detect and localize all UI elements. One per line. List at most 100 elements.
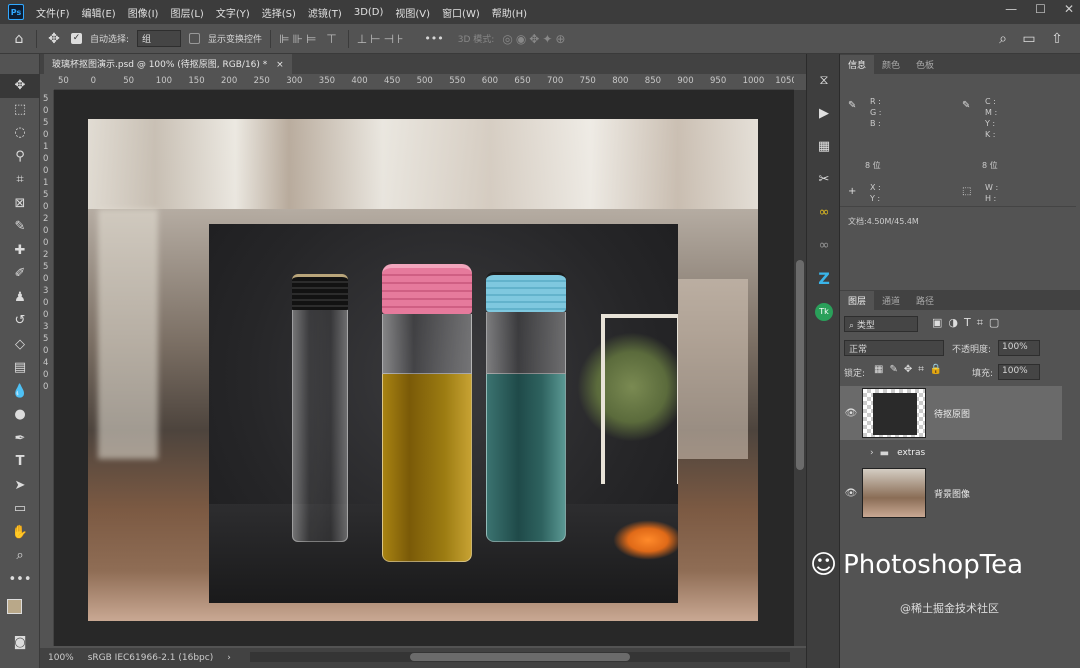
search-icon[interactable]: ⌕	[994, 31, 1012, 47]
quick-select-tool-icon[interactable]: ⚲	[0, 145, 40, 169]
visibility-eye-icon[interactable]: 👁	[840, 488, 862, 499]
minimize-button[interactable]: —	[1005, 2, 1017, 16]
info-panel: ✎ R : G : B : 8 位 ✎ C : M : Y : K : 8 位 …	[840, 74, 1080, 234]
menu-filter[interactable]: 滤镜(T)	[302, 5, 348, 20]
horizontal-scrollbar[interactable]	[250, 652, 790, 662]
menu-file[interactable]: 文件(F)	[30, 5, 76, 20]
more-tools-icon[interactable]: •••	[0, 568, 40, 592]
history-panel-icon[interactable]: ⧖	[807, 64, 841, 97]
distribute-icons[interactable]: ⊥⊢⊣⊦	[357, 32, 407, 46]
share-icon[interactable]: ⇧	[1048, 31, 1066, 47]
healing-brush-tool-icon[interactable]: ✚	[0, 239, 40, 263]
status-menu-arrow[interactable]: ›	[227, 653, 231, 663]
align-icons[interactable]: ⊫⊪⊨ ⊤	[279, 32, 340, 46]
ruler-tick: 650	[514, 76, 531, 86]
horizontal-scroll-thumb[interactable]	[410, 653, 630, 661]
scissors-plugin-icon[interactable]: ✂	[807, 163, 841, 196]
history-brush-tool-icon[interactable]: ↺	[0, 309, 40, 333]
layer-row-extras[interactable]: › ▬ extras	[840, 442, 1062, 464]
tab-swatches[interactable]: 色板	[908, 55, 942, 74]
blend-mode-dropdown[interactable]: 正常	[844, 340, 944, 356]
eyedropper-tool-icon[interactable]: ✎	[0, 215, 40, 239]
photoshop-window: Ps 文件(F) 编辑(E) 图像(I) 图层(L) 文字(Y) 选择(S) 滤…	[0, 0, 1080, 668]
lasso-tool-icon[interactable]: ◌	[0, 121, 40, 145]
gradient-plugin-icon[interactable]: ∞	[807, 196, 841, 229]
pen-tool-icon[interactable]: ✒	[0, 427, 40, 451]
auto-select-dropdown[interactable]: 组	[137, 30, 182, 47]
xy-readout: X : Y :	[870, 183, 881, 203]
vertical-scroll-thumb[interactable]	[796, 260, 804, 470]
dodge-tool-icon[interactable]: ●	[0, 403, 40, 427]
3d-mode-icons[interactable]: ◎◉✥✦⊕	[502, 32, 568, 46]
menu-select[interactable]: 选择(S)	[256, 5, 302, 20]
menu-image[interactable]: 图像(I)	[122, 5, 165, 20]
document-tab[interactable]: 玻璃杯抠图演示.psd @ 100% (待抠原图, RGB/16) * ×	[44, 54, 292, 74]
gradient-tool-icon[interactable]: ▤	[0, 356, 40, 380]
menu-3d[interactable]: 3D(D)	[348, 7, 390, 18]
menu-view[interactable]: 视图(V)	[389, 5, 436, 20]
workspace-icon[interactable]: ▭	[1020, 31, 1038, 47]
pink-cap-bottle	[382, 264, 472, 562]
layer-row-product[interactable]: 👁 待抠原图	[840, 386, 1062, 440]
horizontal-ruler: 50 0 50 100 150 200 250 300 350 400 450 500 550 600 65…	[54, 74, 794, 90]
window-controls: — ☐ ✕	[1005, 2, 1074, 16]
crop-tool-icon[interactable]: ⌗	[0, 168, 40, 192]
path-select-tool-icon[interactable]: ➤	[0, 474, 40, 498]
more-options-button[interactable]: •••	[424, 32, 443, 45]
hand-tool-icon[interactable]: ✋	[0, 521, 40, 545]
close-tab-icon[interactable]: ×	[276, 60, 284, 70]
menu-edit[interactable]: 编辑(E)	[76, 5, 122, 20]
frame-tool-icon[interactable]: ⊠	[0, 192, 40, 216]
opacity-input[interactable]: 100%	[998, 340, 1040, 356]
fill-input[interactable]: 100%	[998, 364, 1040, 380]
close-window-button[interactable]: ✕	[1064, 2, 1074, 16]
tk-plugin-icon[interactable]: Tk	[807, 295, 841, 328]
orange-feather	[613, 520, 678, 560]
layer-row-background[interactable]: 👁 背景图像	[840, 466, 1062, 520]
auto-select-checkbox[interactable]: ✓	[71, 33, 82, 44]
menu-window[interactable]: 窗口(W)	[436, 5, 486, 20]
ruler-tick: 750	[579, 76, 596, 86]
properties-panel-icon[interactable]: ▦	[807, 130, 841, 163]
ruler-tick: 5	[43, 190, 49, 200]
move-tool-preset-icon[interactable]: ✥	[45, 31, 63, 47]
canvas-area[interactable]	[54, 90, 794, 646]
blur-tool-icon[interactable]: 💧	[0, 380, 40, 404]
visibility-eye-icon[interactable]: 👁	[840, 408, 862, 419]
maximize-button[interactable]: ☐	[1035, 2, 1046, 16]
link-plugin-icon[interactable]: ∞	[807, 229, 841, 262]
ruler-tick: 450	[384, 76, 401, 86]
zoom-tool-icon[interactable]: ⌕	[0, 544, 40, 568]
tab-channels[interactable]: 通道	[874, 291, 908, 310]
eraser-tool-icon[interactable]: ◇	[0, 333, 40, 357]
layer-filter-icons[interactable]: ▣◑T⌗▢	[932, 316, 1005, 330]
zoom-level[interactable]: 100%	[48, 653, 74, 663]
menu-type[interactable]: 文字(Y)	[210, 5, 256, 20]
rectangle-tool-icon[interactable]: ▭	[0, 497, 40, 521]
tab-layers[interactable]: 图层	[840, 291, 875, 310]
ruler-tick: 50	[58, 76, 69, 86]
marquee-tool-icon[interactable]: ⬚	[0, 98, 40, 122]
menu-help[interactable]: 帮助(H)	[486, 5, 533, 20]
z-plugin-icon[interactable]: Z	[807, 262, 841, 295]
lock-icons[interactable]: ▦✎✥⌗🔒	[874, 364, 948, 375]
auto-select-label: 自动选择:	[90, 35, 130, 45]
tab-info[interactable]: 信息	[840, 55, 875, 74]
quick-mask-icon[interactable]: ◙	[0, 631, 40, 655]
brush-tool-icon[interactable]: ✐	[0, 262, 40, 286]
tab-color[interactable]: 颜色	[874, 55, 908, 74]
ruler-tick: 0	[43, 130, 49, 140]
clone-stamp-tool-icon[interactable]: ♟	[0, 286, 40, 310]
menu-layer[interactable]: 图层(L)	[164, 5, 209, 20]
chevron-right-icon[interactable]: ›	[870, 448, 874, 458]
home-icon[interactable]: ⌂	[10, 31, 28, 47]
show-transform-checkbox[interactable]	[189, 33, 201, 44]
move-tool-icon[interactable]: ✥	[0, 74, 40, 98]
type-tool-icon[interactable]: T	[0, 450, 40, 474]
foreground-color-swatch[interactable]	[7, 599, 22, 614]
ruler-tick: 4	[43, 358, 49, 368]
layer-kind-filter[interactable]: ⌕ 类型	[844, 316, 918, 332]
vertical-scrollbar[interactable]	[794, 90, 806, 646]
tab-paths[interactable]: 路径	[908, 291, 942, 310]
actions-panel-icon[interactable]: ▶	[807, 97, 841, 130]
